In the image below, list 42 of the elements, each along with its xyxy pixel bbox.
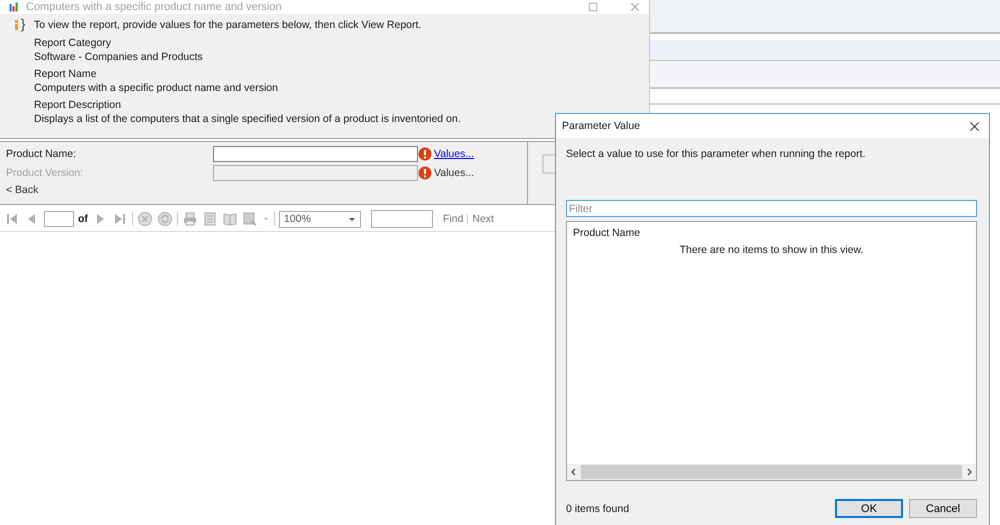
page-layout-icon[interactable] [202, 211, 218, 227]
field-value: Displays a list of the computers that a single specified version of a product is inventoried on. [34, 113, 462, 125]
field-value: Computers with a specific product name and version [34, 82, 279, 94]
values-link[interactable]: Values... [434, 148, 521, 160]
dialog-button[interactable]: Cancel [909, 499, 977, 518]
horizontal-scrollbar[interactable] [567, 464, 976, 480]
zoom-dropdown[interactable]: 100% [278, 210, 361, 228]
close-icon[interactable] [968, 120, 981, 132]
page-of-label: of [78, 213, 88, 225]
find-field[interactable] [370, 210, 433, 228]
refresh-icon[interactable] [156, 211, 173, 227]
stop-icon[interactable] [136, 211, 153, 227]
instruction-text: Select a value to use for this parameter when running the report. [566, 148, 866, 160]
page-number-field[interactable] [44, 211, 74, 227]
parameter-label: Product Name: [6, 148, 78, 160]
chart-icon[interactable] [8, 1, 20, 13]
window-title: Computers with a specific product name and version [26, 1, 283, 13]
back-link[interactable]: < Back [6, 184, 521, 196]
field-value: Software - Companies and Products [34, 51, 204, 63]
maximize-icon[interactable] [587, 1, 599, 13]
next-button[interactable]: Next [472, 213, 494, 225]
export-icon[interactable] [242, 211, 258, 227]
field-label: Report Category [34, 37, 112, 49]
book-icon[interactable] [222, 211, 238, 227]
error-icon [418, 147, 432, 161]
parameter-field[interactable] [213, 146, 418, 162]
parameter-label: Product Version: [6, 167, 84, 179]
caret-icon [348, 215, 356, 223]
info-icon [14, 18, 26, 32]
field-label: Report Name [34, 68, 98, 80]
status-text: 0 items found [566, 502, 630, 514]
dialog-title: Parameter Value [562, 120, 640, 132]
prompt-text: To view the report, provide values for the parameters below, then click View Report. [34, 19, 422, 31]
column-header[interactable]: Product Name [567, 222, 976, 239]
find-button[interactable]: Find [442, 213, 464, 225]
field-label: Report Description [34, 99, 122, 111]
print-icon[interactable] [182, 211, 198, 227]
filter-field[interactable]: Filter [566, 200, 977, 217]
empty-message: There are no items to show in this view. [678, 244, 864, 258]
error-icon [418, 166, 432, 180]
first-page-icon[interactable] [4, 211, 20, 227]
dialog-button[interactable]: OK [835, 499, 903, 518]
